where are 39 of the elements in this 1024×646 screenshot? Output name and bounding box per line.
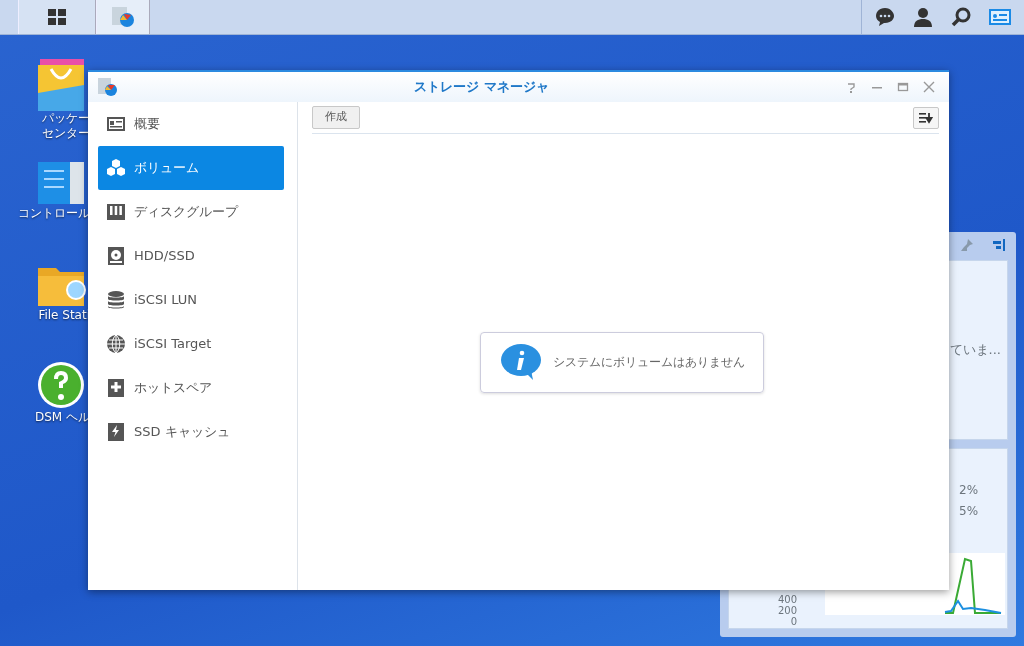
- window-title: ストレージ マネージャ: [413, 78, 550, 97]
- search-icon[interactable]: [950, 6, 972, 28]
- sidebar-item[interactable]: ボリューム: [98, 146, 284, 190]
- sidebar-item[interactable]: SSD キャッシュ: [98, 410, 284, 454]
- id-card-icon: [106, 114, 126, 134]
- storage-app-icon: [96, 76, 118, 98]
- disk-rack-icon: [106, 202, 126, 222]
- axis-label: 0: [790, 617, 797, 627]
- help-icon[interactable]: [36, 360, 86, 410]
- grid-icon: [46, 7, 68, 27]
- chat-icon[interactable]: [874, 6, 896, 28]
- axis-label: 200: [777, 606, 797, 616]
- collapse-icon[interactable]: [992, 238, 1006, 252]
- sort-icon: [919, 111, 933, 124]
- axis-label: 400: [777, 595, 797, 605]
- cubes-icon: [106, 158, 126, 178]
- control-panel-icon[interactable]: [36, 160, 86, 206]
- maximize-icon[interactable]: [897, 81, 909, 93]
- database-icon: [106, 290, 126, 310]
- message-text: システムにボリュームはありません: [552, 354, 745, 371]
- id-card-icon[interactable]: [988, 7, 1012, 27]
- storage-app-icon: [110, 5, 136, 29]
- globe-icon: [106, 334, 126, 354]
- sidebar-item[interactable]: iSCSI LUN: [98, 278, 284, 322]
- close-icon[interactable]: [923, 81, 935, 93]
- main-menu-button[interactable]: [18, 0, 96, 34]
- usage-reading: 5%: [959, 503, 979, 520]
- usage-reading: 2%: [959, 482, 979, 499]
- taskbar-app-button[interactable]: [96, 0, 150, 34]
- sidebar-item[interactable]: ホットスペア: [98, 366, 284, 410]
- sidebar-item[interactable]: 概要: [98, 102, 284, 146]
- create-button[interactable]: 作成: [312, 106, 360, 129]
- sidebar-item[interactable]: ディスクグループ: [98, 190, 284, 234]
- sidebar-item[interactable]: HDD/SSD: [98, 234, 284, 278]
- sort-button[interactable]: [913, 106, 939, 129]
- info-bubble-icon: [498, 342, 543, 382]
- widget-text: ていま...: [949, 341, 1001, 360]
- user-icon[interactable]: [912, 6, 934, 28]
- sidebar-item[interactable]: iSCSI Target: [98, 322, 284, 366]
